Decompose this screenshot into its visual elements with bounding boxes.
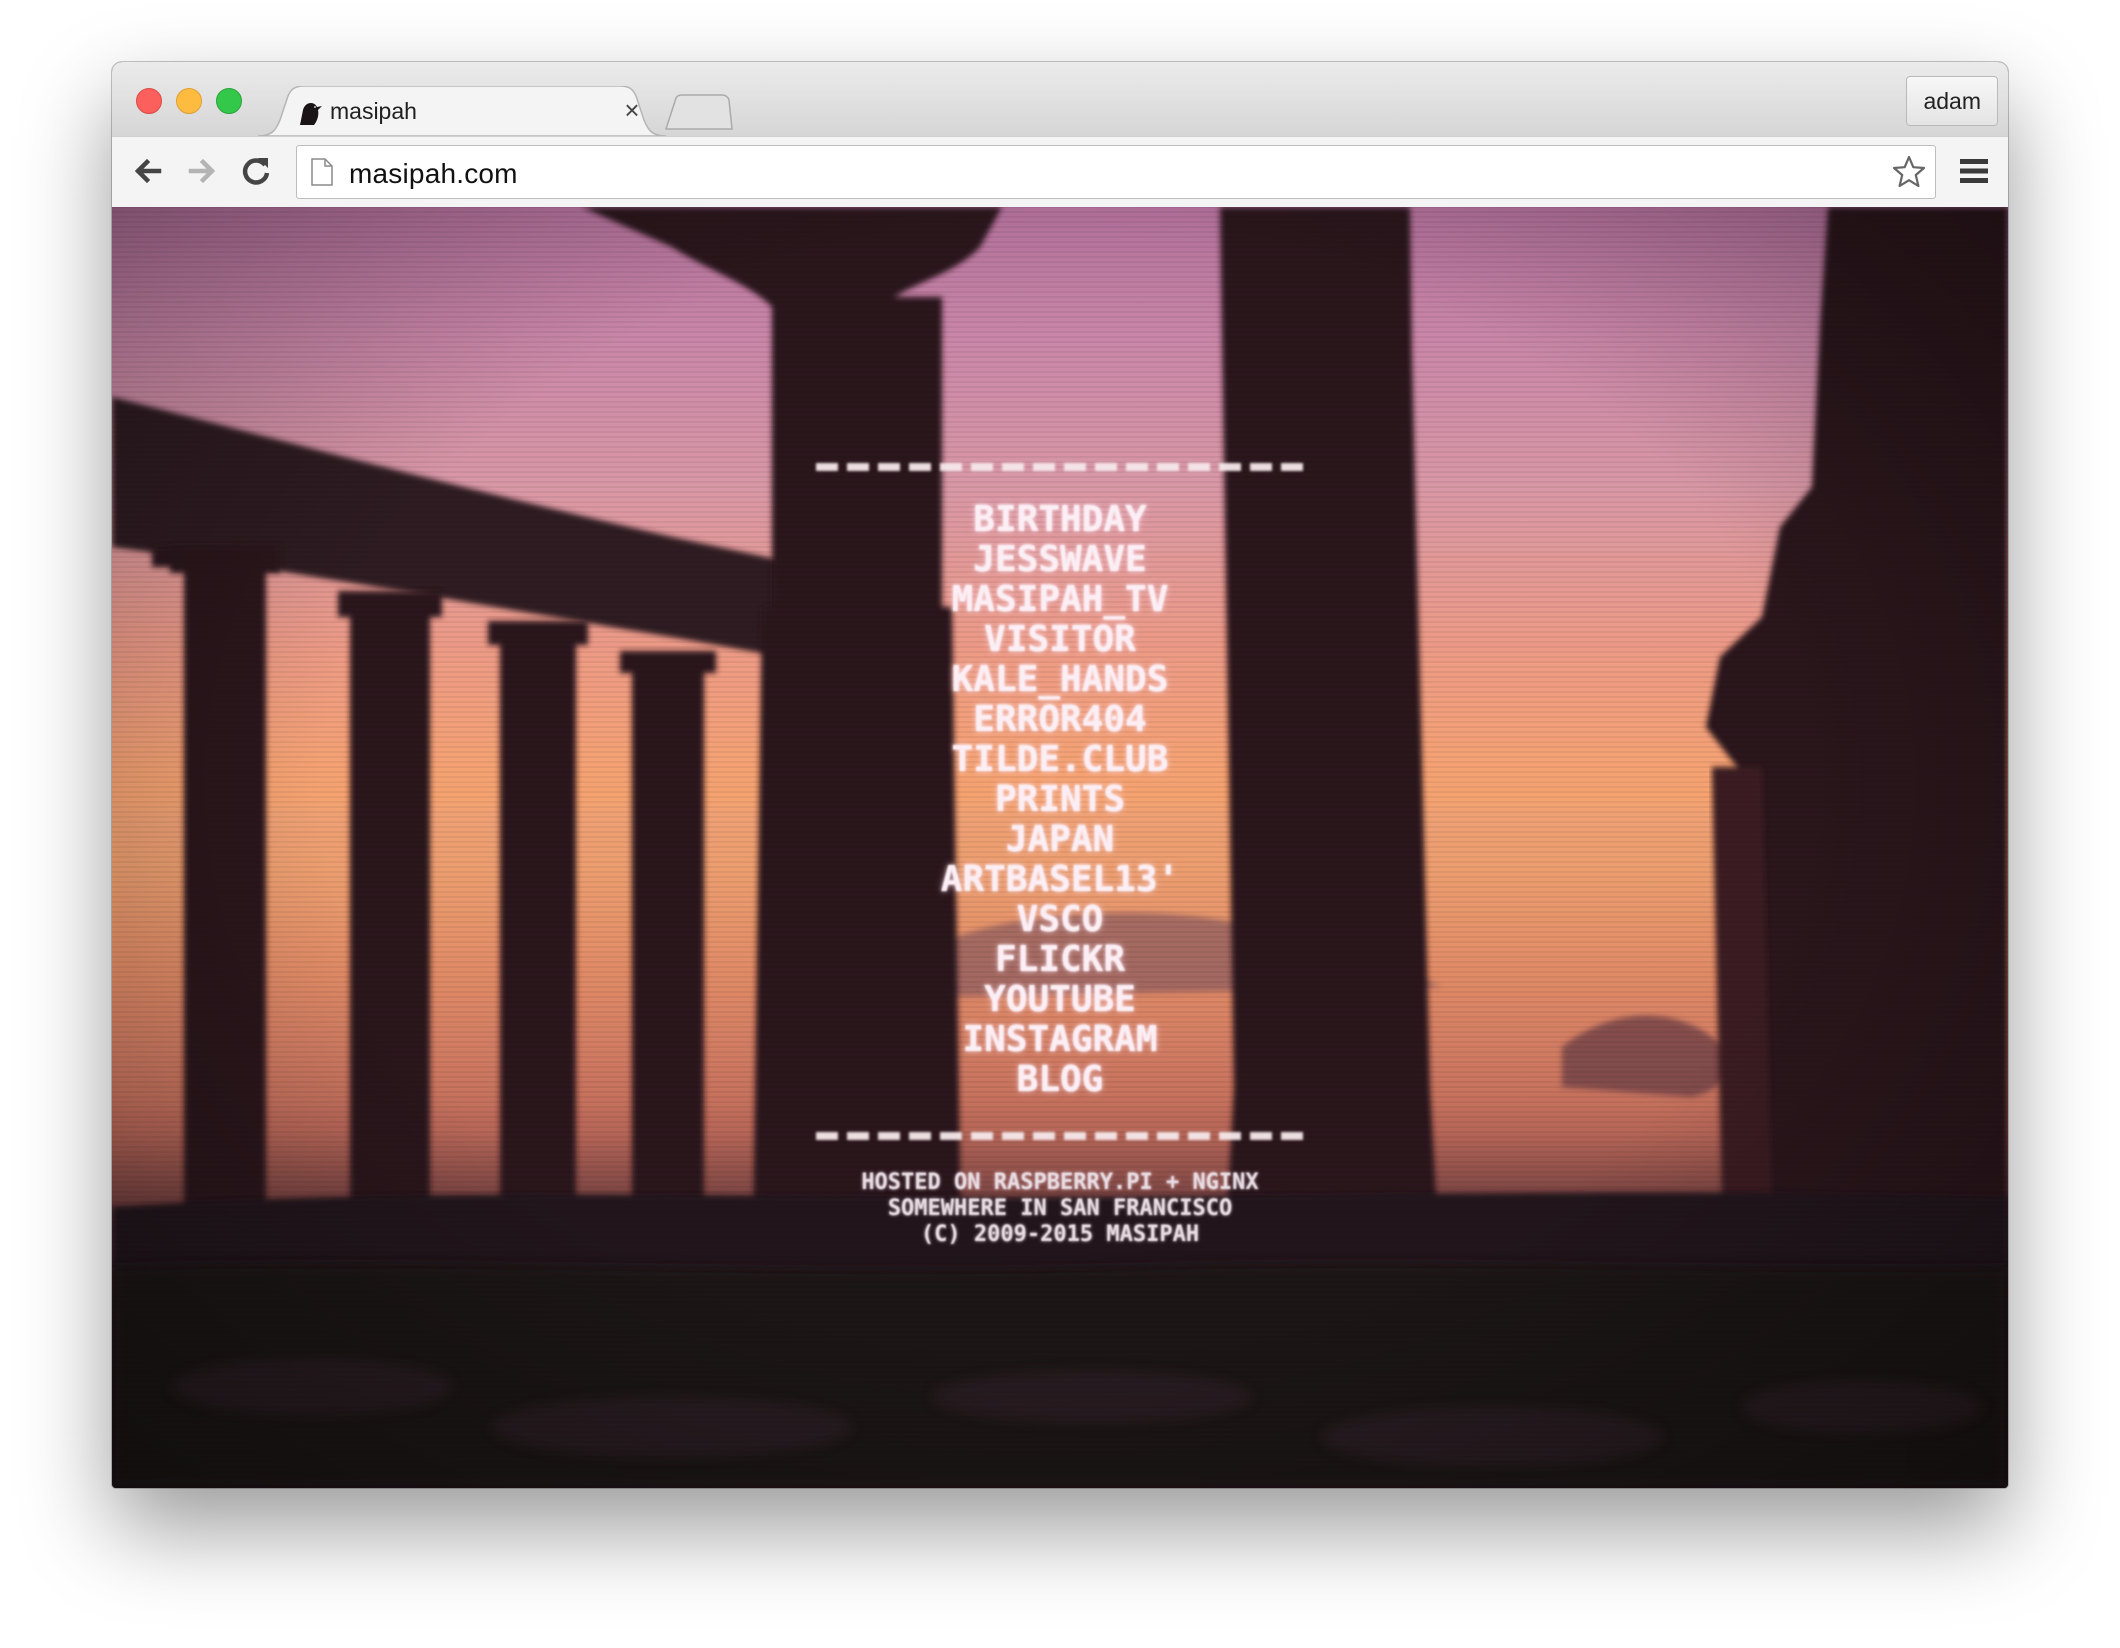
menu-link-visitor[interactable]: VISITOR [812,620,1308,660]
menu-link-birthday[interactable]: BIRTHDAY [812,500,1308,540]
menu-link-youtube[interactable]: YOUTUBE [812,980,1308,1020]
menu-link-jesswave[interactable]: JESSWAVE [812,540,1308,580]
address-bar[interactable]: masipah.com [296,145,1936,199]
arrow-left-icon[interactable] [128,151,168,191]
page-viewport: BIRTHDAY JESSWAVE MASIPAH_TV VISITOR KAL… [112,207,2008,1488]
footer-hosting-line: HOSTED ON RASPBERRY.PI + NGINX [861,1170,1259,1195]
site-footer: HOSTED ON RASPBERRY.PI + NGINX SOMEWHERE… [812,1170,1308,1248]
close-tab-icon[interactable]: × [618,96,646,124]
dashed-divider-bottom [816,1132,1304,1140]
menu-link-vsco[interactable]: VSCO [812,900,1308,940]
tab-title: masipah [330,98,417,124]
browser-toolbar: masipah.com [112,136,2008,208]
site-menu: BIRTHDAY JESSWAVE MASIPAH_TV VISITOR KAL… [812,500,1308,1100]
url-text: masipah.com [349,158,518,189]
page-icon [311,158,333,186]
menu-link-instagram[interactable]: INSTAGRAM [812,1020,1308,1060]
hamburger-menu-icon[interactable] [1958,155,1990,187]
menu-link-artbasel13[interactable]: ARTBASEL13' [812,860,1308,900]
menu-link-blog[interactable]: BLOG [812,1060,1308,1100]
profile-button[interactable]: adam [1906,76,1998,126]
reload-icon[interactable] [236,151,276,191]
footer-location-line: SOMEWHERE IN SAN FRANCISCO [887,1196,1233,1221]
menu-link-error404[interactable]: ERROR404 [812,700,1308,740]
menu-link-tilde-club[interactable]: TILDE.CLUB [812,740,1308,780]
bird-silhouette-icon [298,100,324,126]
maximize-window-button[interactable] [216,88,242,114]
tab-masipah[interactable]: masipah × [258,86,666,136]
star-icon[interactable] [1891,154,1927,190]
menu-link-masipah-tv[interactable]: MASIPAH_TV [812,580,1308,620]
menu-link-flickr[interactable]: FLICKR [812,940,1308,980]
browser-window: masipah × adam masipah.com BIRTHDAY JESS… [112,62,2008,1488]
dashed-divider-top [816,463,1304,471]
menu-link-prints[interactable]: PRINTS [812,780,1308,820]
footer-copyright-line: (C) 2009-2015 MASIPAH [920,1222,1200,1247]
tab-strip: masipah × adam [112,62,2008,136]
new-tab-button[interactable] [664,94,734,130]
menu-link-japan[interactable]: JAPAN [812,820,1308,860]
menu-link-kale-hands[interactable]: KALE_HANDS [812,660,1308,700]
close-window-button[interactable] [136,88,162,114]
minimize-window-button[interactable] [176,88,202,114]
arrow-right-icon[interactable] [182,151,222,191]
